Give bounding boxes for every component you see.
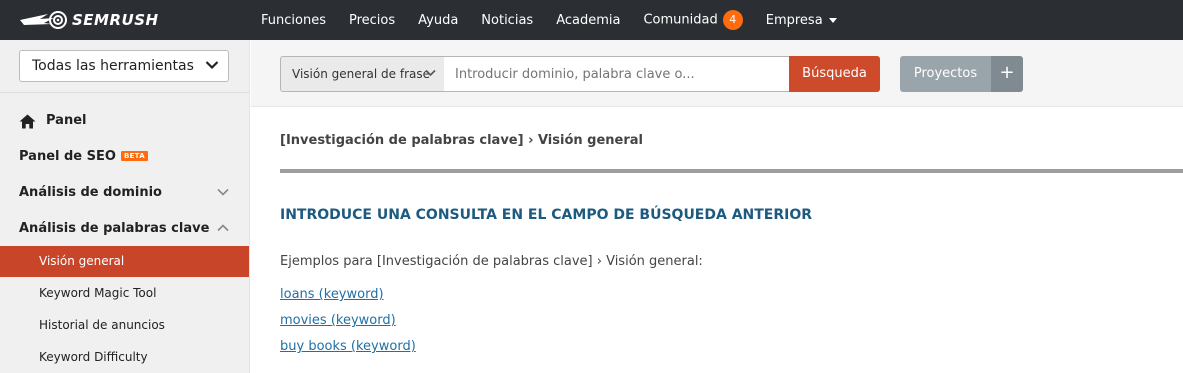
report-type-select[interactable]: Visión general de frase bbox=[280, 56, 445, 92]
nav-empresa[interactable]: Empresa bbox=[766, 13, 837, 28]
sidebar-item-label: Análisis de dominio bbox=[19, 185, 162, 200]
example-link-buy-books[interactable]: buy books (keyword) bbox=[280, 339, 416, 354]
search-bar: Visión general de frase Búsqueda Proyect… bbox=[251, 40, 1183, 107]
sidebar-subitem-keyword-difficulty[interactable]: Keyword Difficulty bbox=[0, 342, 249, 373]
example-link-loans[interactable]: loans (keyword) bbox=[280, 287, 384, 302]
projects-button[interactable]: Proyectos bbox=[900, 56, 991, 92]
community-count-badge: 4 bbox=[722, 10, 743, 30]
breadcrumb: [Investigación de palabras clave] › Visi… bbox=[280, 133, 643, 148]
sidebar-subitem-ads-history[interactable]: Historial de anuncios bbox=[0, 310, 249, 341]
nav-funciones[interactable]: Funciones bbox=[261, 13, 326, 28]
report-type-value: Visión general de frase bbox=[292, 67, 431, 81]
sidebar-item-label: Panel bbox=[46, 113, 87, 128]
sidebar-item-keyword-analysis[interactable]: Análisis de palabras clave bbox=[0, 221, 249, 236]
sidebar-item-label: Panel de SEO bbox=[19, 149, 116, 164]
section-divider bbox=[280, 169, 1183, 173]
page-headline: INTRODUCE UNA CONSULTA EN EL CAMPO DE BÚ… bbox=[280, 207, 813, 223]
sidebar-item-label: Análisis de palabras clave bbox=[19, 221, 210, 236]
caret-down-icon bbox=[828, 17, 837, 23]
home-icon bbox=[19, 114, 36, 129]
search-input[interactable] bbox=[444, 56, 790, 92]
sidebar-subitem-keyword-magic-tool[interactable]: Keyword Magic Tool bbox=[0, 278, 249, 309]
chevron-up-icon bbox=[217, 224, 229, 232]
brand-name: SEMRUSH bbox=[72, 11, 159, 29]
examples-label: Ejemplos para [Investigación de palabras… bbox=[280, 254, 703, 269]
nav-academia[interactable]: Academia bbox=[556, 13, 620, 28]
semrush-fireball-icon bbox=[20, 11, 67, 29]
semrush-logo[interactable]: SEMRUSH bbox=[18, 9, 159, 31]
beta-badge: BETA bbox=[120, 151, 148, 161]
sidebar-subitem-vision-general[interactable]: Visión general bbox=[0, 246, 249, 277]
nav-empresa-label: Empresa bbox=[765, 12, 823, 28]
sidebar-divider bbox=[0, 92, 249, 93]
search-button[interactable]: Búsqueda bbox=[789, 56, 880, 92]
sidebar-item-seo-panel[interactable]: Panel de SEO BETA bbox=[0, 149, 249, 164]
sidebar-item-domain-analysis[interactable]: Análisis de dominio bbox=[0, 185, 249, 200]
sidebar: Todas las herramientas Panel Panel de SE… bbox=[0, 40, 250, 373]
chevron-down-icon bbox=[425, 69, 436, 77]
tools-dropdown[interactable]: Todas las herramientas bbox=[19, 50, 229, 82]
nav-precios[interactable]: Precios bbox=[349, 13, 395, 28]
nav-comunidad-label: Comunidad bbox=[643, 12, 718, 28]
nav-noticias[interactable]: Noticias bbox=[481, 13, 533, 28]
add-project-button[interactable]: + bbox=[991, 56, 1023, 92]
main-menu: Funciones Precios Ayuda Noticias Academi… bbox=[261, 0, 860, 40]
tools-dropdown-value: Todas las herramientas bbox=[32, 58, 194, 74]
example-link-movies[interactable]: movies (keyword) bbox=[280, 313, 396, 328]
nav-comunidad[interactable]: Comunidad 4 bbox=[643, 10, 743, 30]
nav-ayuda[interactable]: Ayuda bbox=[418, 13, 458, 28]
chevron-down-icon bbox=[217, 188, 229, 196]
top-nav-bar: SEMRUSH Funciones Precios Ayuda Noticias… bbox=[0, 0, 1183, 40]
chevron-down-icon bbox=[205, 61, 219, 70]
sidebar-item-panel[interactable]: Panel bbox=[0, 113, 249, 129]
